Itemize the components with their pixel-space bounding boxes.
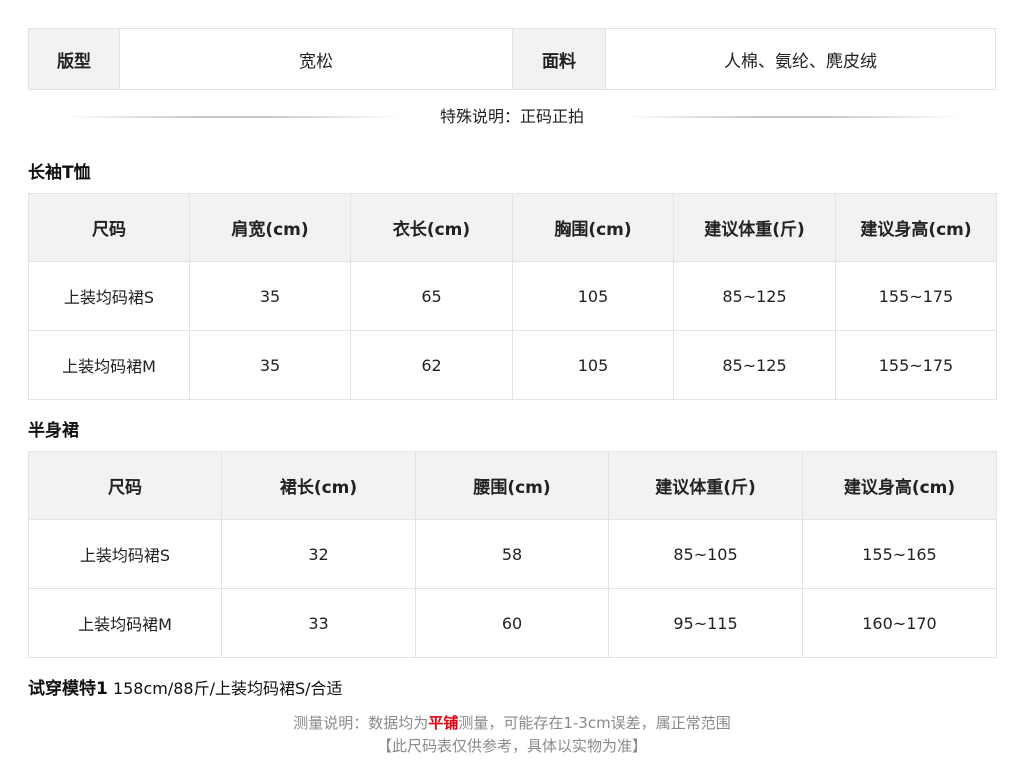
tshirt-size-table: 尺码 肩宽(cm) 衣长(cm) 胸围(cm) 建议体重(斤) 建议身高(cm)… — [28, 193, 997, 400]
cell-length: 65 — [350, 261, 513, 331]
table-header-row: 尺码 肩宽(cm) 衣长(cm) 胸围(cm) 建议体重(斤) 建议身高(cm) — [28, 193, 997, 262]
cell-weight: 85~125 — [673, 261, 836, 331]
note-prefix: 测量说明：数据均为 — [293, 714, 429, 732]
reference-disclaimer: 【此尺码表仅供参考，具体以实物为准】 — [376, 737, 647, 755]
cell-weight: 85~105 — [608, 519, 803, 589]
table-row: 上装均码裙M 35 62 105 85~125 155~175 — [28, 330, 997, 400]
tshirt-section-title: 长袖T恤 — [28, 163, 91, 183]
cell-height: 155~175 — [835, 330, 997, 400]
special-note: 特殊说明：正码正拍 — [0, 105, 1024, 129]
header-skirt-length: 裙长(cm) — [221, 451, 416, 520]
note-suffix: 测量，可能存在1-3cm误差，属正常范围 — [458, 714, 731, 732]
header-weight: 建议体重(斤) — [608, 451, 803, 520]
cell-size: 上装均码裙M — [28, 330, 190, 400]
fit-value: 宽松 — [120, 29, 513, 89]
header-weight: 建议体重(斤) — [673, 193, 836, 262]
divider-right — [622, 116, 962, 118]
cell-shoulder: 35 — [189, 261, 351, 331]
header-chest: 胸围(cm) — [512, 193, 674, 262]
cell-skirt-length: 32 — [221, 519, 416, 589]
model-detail: 158cm/88斤/上装均码裙S/合适 — [112, 679, 343, 698]
model-info: 试穿模特1 158cm/88斤/上装均码裙S/合适 — [28, 674, 343, 699]
cell-height: 160~170 — [802, 588, 997, 658]
cell-chest: 105 — [512, 330, 674, 400]
cell-chest: 105 — [512, 261, 674, 331]
table-row: 上装均码裙S 32 58 85~105 155~165 — [28, 519, 997, 589]
model-label: 试穿模特1 — [28, 679, 108, 699]
cell-height: 155~175 — [835, 261, 997, 331]
table-row: 上装均码裙S 35 65 105 85~125 155~175 — [28, 261, 997, 331]
cell-weight: 85~125 — [673, 330, 836, 400]
header-length: 衣长(cm) — [350, 193, 513, 262]
fabric-value: 人棉、氨纶、麂皮绒 — [724, 51, 877, 72]
header-waist: 腰围(cm) — [415, 451, 609, 520]
header-size: 尺码 — [28, 451, 222, 520]
cell-size: 上装均码裙M — [28, 588, 222, 658]
cell-waist: 60 — [415, 588, 609, 658]
cell-skirt-length: 33 — [221, 588, 416, 658]
cell-shoulder: 35 — [189, 330, 351, 400]
cell-size: 上装均码裙S — [28, 261, 190, 331]
cell-weight: 95~115 — [608, 588, 803, 658]
fabric-label: 面料 — [513, 29, 606, 89]
cell-height: 155~165 — [802, 519, 997, 589]
cell-size: 上装均码裙S — [28, 519, 222, 589]
cell-waist: 58 — [415, 519, 609, 589]
table-header-row: 尺码 裙长(cm) 腰围(cm) 建议体重(斤) 建议身高(cm) — [28, 451, 997, 520]
note-highlight: 平铺 — [428, 714, 459, 732]
measurement-note: 测量说明：数据均为平铺测量，可能存在1-3cm误差，属正常范围 — [0, 712, 1024, 733]
header-height: 建议身高(cm) — [835, 193, 997, 262]
product-info-table: 版型 宽松 面料 人棉、氨纶、麂皮绒 — [28, 28, 996, 90]
skirt-section-title: 半身裙 — [28, 421, 79, 441]
fit-label: 版型 — [29, 29, 120, 89]
cell-length: 62 — [350, 330, 513, 400]
skirt-size-table: 尺码 裙长(cm) 腰围(cm) 建议体重(斤) 建议身高(cm) 上装均码裙S… — [28, 451, 997, 658]
header-height: 建议身高(cm) — [802, 451, 997, 520]
table-row: 上装均码裙M 33 60 95~115 160~170 — [28, 588, 997, 658]
header-shoulder: 肩宽(cm) — [189, 193, 351, 262]
header-size: 尺码 — [28, 193, 190, 262]
